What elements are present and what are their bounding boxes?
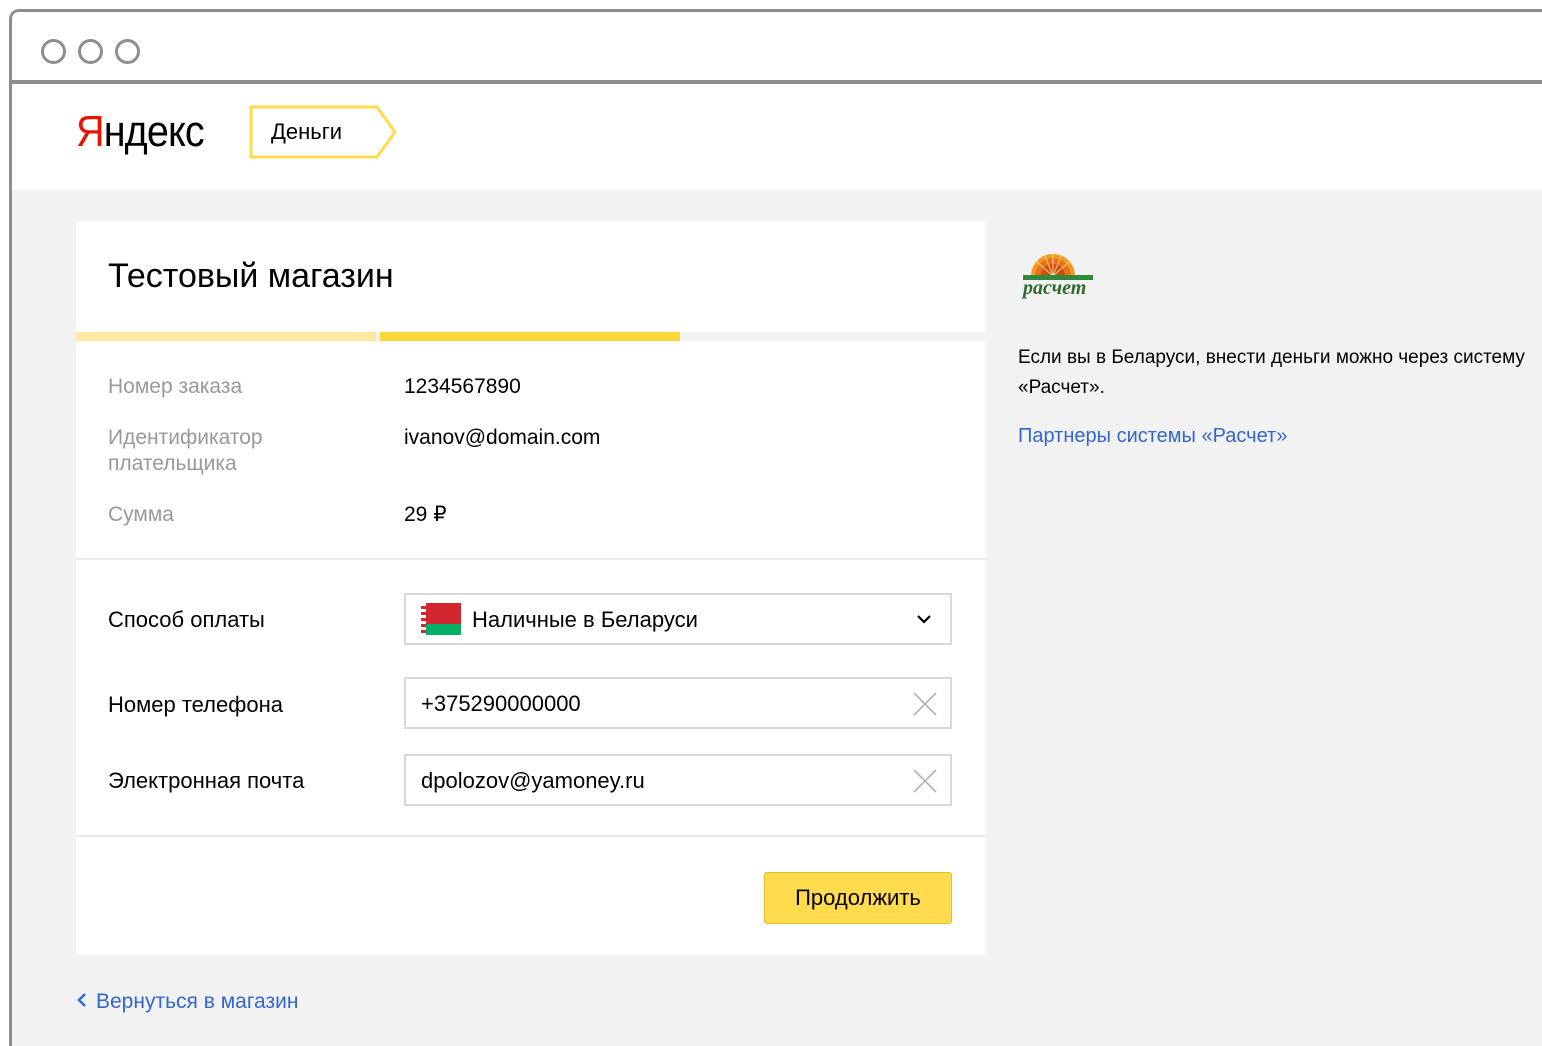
raschet-partners-link[interactable]: Партнеры системы «Расчет» (1018, 425, 1287, 448)
email-label: Электронная почта (108, 768, 305, 793)
payment-method-select[interactable]: Наличные в Беларуси (404, 593, 952, 645)
divider (76, 558, 986, 560)
raschet-description: Если вы в Беларуси, внести деньги можно … (1018, 347, 1525, 398)
window-maximize-dot[interactable] (115, 39, 140, 64)
amount-label: Сумма (108, 503, 174, 526)
payer-id-label: Идентификатор плательщика (108, 426, 263, 475)
divider (76, 835, 986, 837)
back-to-shop-link[interactable]: Вернуться в магазин (76, 990, 298, 1014)
email-input-value: dpolozov@yamoney.ru (421, 768, 645, 793)
phone-input[interactable]: +375290000000 (404, 677, 952, 729)
amount-value: 29 ₽ (404, 503, 447, 526)
logo-first-letter: Я (76, 107, 105, 156)
clear-phone-icon[interactable] (912, 691, 938, 717)
clear-email-icon[interactable] (912, 768, 938, 794)
window-close-dot[interactable] (41, 39, 66, 64)
phone-input-value: +375290000000 (421, 691, 581, 716)
progress-step-1 (76, 332, 376, 341)
back-link-label: Вернуться в магазин (96, 990, 299, 1013)
order-number-value: 1234567890 (404, 375, 521, 398)
service-tag-label: Деньги (271, 119, 343, 144)
page-content: Тестовый магазин Номер заказа 1234567890… (12, 190, 1542, 1046)
window-minimize-dot[interactable] (78, 39, 103, 64)
yandex-logo[interactable]: Яндекс (76, 107, 205, 156)
payment-method-value: Наличные в Беларуси (472, 607, 698, 632)
phone-label: Номер телефона (108, 692, 283, 717)
window-titlebar (12, 12, 1542, 84)
shop-title: Тестовый магазин (108, 257, 394, 295)
chevron-down-icon (917, 615, 931, 624)
payer-id-value: ivanov@domain.com (404, 426, 601, 449)
page-header: Яндекс Деньги (12, 88, 1542, 190)
raschet-logo: расчет (1017, 248, 1097, 302)
money-service-tag[interactable]: Деньги (249, 105, 399, 159)
browser-window: Яндекс Деньги Тестовый магазин Номер зак… (9, 9, 1542, 1046)
payment-method-label: Способ оплаты (108, 607, 265, 632)
order-number-label: Номер заказа (108, 375, 243, 398)
progress-step-2 (380, 332, 680, 341)
progress-steps (76, 332, 986, 341)
logo-rest: ндекс (103, 107, 205, 156)
chevron-left-icon (76, 990, 88, 1014)
raschet-logo-text: расчет (1023, 277, 1087, 299)
email-input[interactable]: dpolozov@yamoney.ru (404, 754, 952, 806)
payment-card: Тестовый магазин Номер заказа 1234567890… (76, 221, 986, 955)
belarus-flag-icon (421, 603, 461, 635)
continue-button[interactable]: Продолжить (764, 872, 952, 924)
